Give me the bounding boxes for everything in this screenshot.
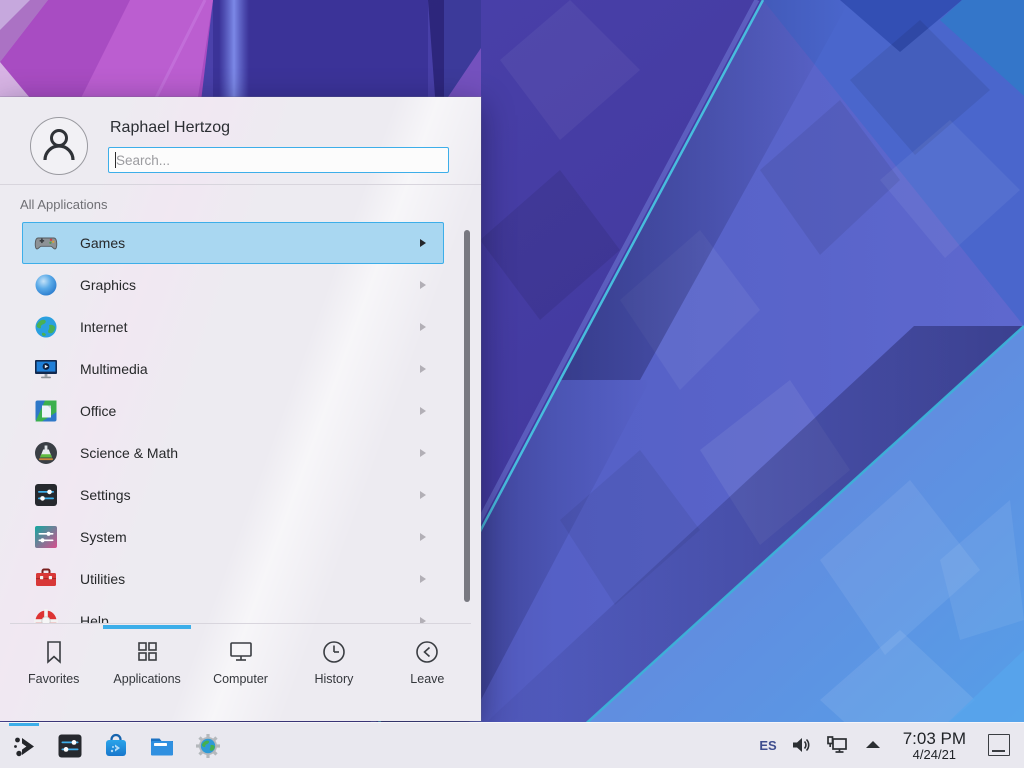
gamepad-icon	[32, 229, 60, 257]
taskbar-panel: ES 7:03 PM 4/24/21	[0, 722, 1024, 768]
submenu-arrow-icon	[420, 575, 426, 583]
submenu-arrow-icon	[420, 365, 426, 373]
lifebuoy-icon	[32, 607, 60, 623]
web-browser-icon[interactable]	[194, 732, 222, 760]
category-row-utilities[interactable]: Utilities	[22, 558, 444, 600]
show-desktop-icon	[988, 734, 1010, 756]
search-field-wrap	[108, 147, 449, 173]
category-row-help[interactable]: Help	[22, 600, 444, 623]
category-label: System	[80, 529, 420, 545]
network-icon[interactable]	[825, 733, 849, 757]
desktop: Raphael Hertzog All Applications Games	[0, 0, 1024, 768]
expand-tray-icon[interactable]	[861, 733, 885, 757]
computer-monitor-icon	[226, 637, 256, 667]
category-row-graphics[interactable]: Graphics	[22, 264, 444, 306]
category-row-internet[interactable]: Internet	[22, 306, 444, 348]
footer-tab-bar: Favorites Applications Computer History …	[7, 637, 474, 686]
leave-icon	[412, 637, 442, 667]
category-label: Internet	[80, 319, 420, 335]
show-desktop-widget[interactable]	[988, 731, 1012, 759]
category-label: Multimedia	[80, 361, 420, 377]
discover-icon[interactable]	[102, 732, 130, 760]
category-list: Games Graphics Internet	[22, 222, 444, 623]
system-sliders-icon	[32, 523, 60, 551]
submenu-arrow-icon	[420, 323, 426, 331]
category-row-system[interactable]: System	[22, 516, 444, 558]
tab-leave[interactable]: Leave	[381, 637, 474, 686]
multimedia-icon	[32, 355, 60, 383]
category-label: Graphics	[80, 277, 420, 293]
footer-separator	[10, 623, 471, 624]
history-clock-icon	[319, 637, 349, 667]
submenu-arrow-icon	[420, 533, 426, 541]
category-row-settings[interactable]: Settings	[22, 474, 444, 516]
scrollbar[interactable]	[464, 230, 470, 602]
volume-icon[interactable]	[789, 733, 813, 757]
category-label: Settings	[80, 487, 420, 503]
tab-computer[interactable]: Computer	[194, 637, 287, 686]
category-row-multimedia[interactable]: Multimedia	[22, 348, 444, 390]
category-row-games[interactable]: Games	[22, 222, 444, 264]
text-caret	[115, 152, 116, 168]
category-row-office[interactable]: Office	[22, 390, 444, 432]
submenu-arrow-icon	[420, 449, 426, 457]
toolbox-icon	[32, 565, 60, 593]
category-row-science[interactable]: Science & Math	[22, 432, 444, 474]
active-tab-indicator	[103, 625, 191, 629]
category-label: Utilities	[80, 571, 420, 587]
settings-sliders-icon	[32, 481, 60, 509]
science-flask-icon	[32, 439, 60, 467]
category-label: Games	[80, 235, 420, 251]
category-label: Help	[80, 613, 420, 623]
user-name: Raphael Hertzog	[110, 119, 230, 137]
system-tray: ES 7:03 PM 4/24/21	[759, 730, 1024, 761]
launcher-header: Raphael Hertzog	[0, 97, 481, 185]
submenu-arrow-icon	[420, 491, 426, 499]
category-label: Office	[80, 403, 420, 419]
sphere-icon	[32, 271, 60, 299]
keyboard-layout-indicator[interactable]: ES	[759, 738, 776, 753]
app-grid-icon	[132, 637, 162, 667]
active-launcher-indicator	[9, 723, 39, 726]
submenu-arrow-icon	[420, 281, 426, 289]
digital-clock[interactable]: 7:03 PM 4/24/21	[903, 730, 966, 761]
application-launcher-popup: Raphael Hertzog All Applications Games	[0, 97, 481, 721]
clock-date: 4/24/21	[913, 748, 956, 762]
system-settings-icon[interactable]	[56, 732, 84, 760]
tab-applications[interactable]: Applications	[100, 637, 193, 686]
tab-favorites[interactable]: Favorites	[7, 637, 100, 686]
tab-history[interactable]: History	[287, 637, 380, 686]
globe-icon	[32, 313, 60, 341]
clock-time: 7:03 PM	[903, 730, 966, 748]
section-label: All Applications	[20, 197, 107, 212]
office-document-icon	[32, 397, 60, 425]
search-input[interactable]	[108, 147, 449, 173]
category-label: Science & Math	[80, 445, 420, 461]
user-avatar[interactable]	[30, 117, 88, 175]
bookmark-icon	[39, 637, 69, 667]
taskbar-launchers	[0, 732, 222, 760]
submenu-arrow-icon	[420, 407, 426, 415]
kde-launcher-icon[interactable]	[10, 732, 38, 760]
submenu-arrow-icon	[420, 239, 426, 247]
file-manager-icon[interactable]	[148, 732, 176, 760]
